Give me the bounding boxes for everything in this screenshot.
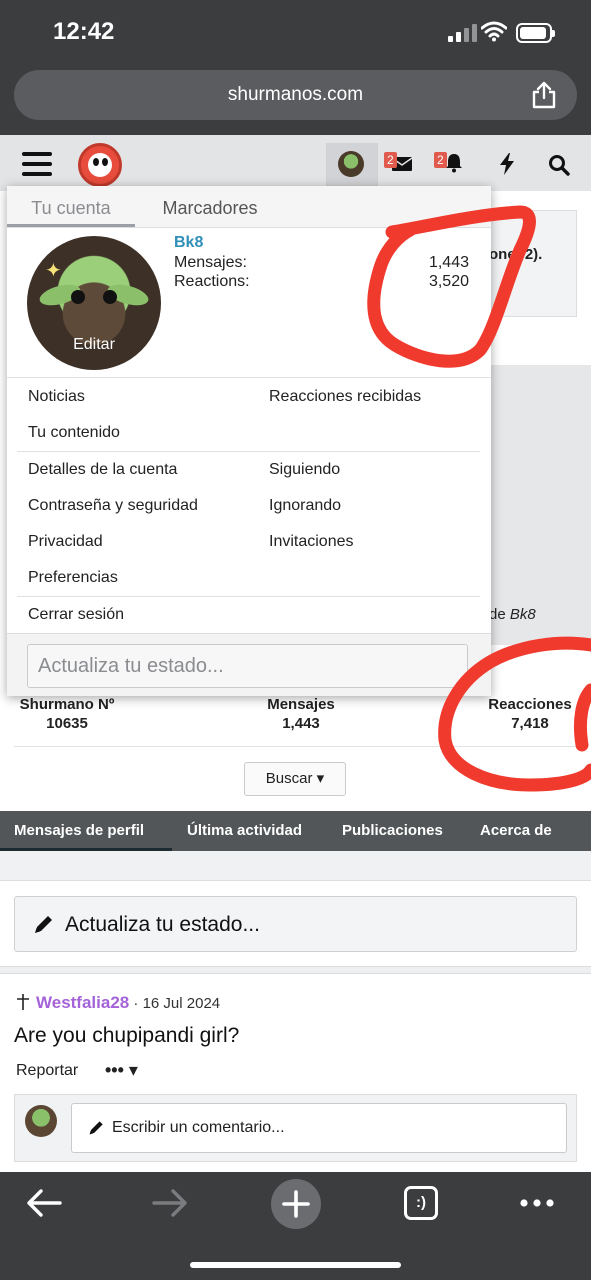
account-dropdown: Tu cuenta Marcadores ✦ Editar Bk8 Mensaj… [7, 186, 491, 696]
cross-icon [17, 994, 29, 1010]
buscar-button[interactable]: Buscar ▾ [244, 762, 346, 796]
hamburger-icon[interactable] [22, 152, 52, 178]
signal-icon [448, 24, 477, 42]
messages-badge: 2 [384, 152, 397, 168]
status-time: 12:42 [53, 18, 115, 45]
section-divider [0, 966, 591, 974]
more-menu-button[interactable]: ••• ▾ [105, 1060, 138, 1081]
stat-value-reactions: 3,520 [428, 273, 469, 290]
username-link[interactable]: Bk8 [174, 234, 203, 252]
more-icon[interactable] [520, 1199, 554, 1207]
post-date: · 16 Jul 2024 [133, 995, 221, 1012]
comment-area: Escribir un comentario... [14, 1094, 577, 1162]
home-indicator [190, 1262, 401, 1268]
link-invitaciones[interactable]: Invitaciones [269, 533, 354, 551]
alerts-badge: 2 [434, 152, 447, 168]
comment-placeholder: Escribir un comentario... [112, 1119, 285, 1136]
forward-icon[interactable] [152, 1188, 188, 1218]
link-reacciones-recibidas[interactable]: Reacciones recibidas [269, 388, 421, 406]
background-panel-text: one -2). [489, 246, 543, 263]
back-icon[interactable] [26, 1188, 62, 1218]
link-cerrar-sesion[interactable]: Cerrar sesión [28, 606, 124, 624]
search-icon[interactable] [548, 154, 570, 176]
avatar [338, 151, 364, 177]
comment-input[interactable]: Escribir un comentario... [71, 1103, 567, 1153]
post-author-link[interactable]: Westfalia28 [36, 993, 129, 1012]
share-icon[interactable] [531, 81, 557, 109]
stat-label-reactions: Reactions: [174, 273, 250, 290]
tabs-spacer [0, 851, 591, 881]
account-menu-button[interactable] [326, 143, 378, 191]
background-panel [489, 210, 577, 317]
browser-chrome: 12:42 shurmanos.com [0, 0, 591, 135]
divider [17, 451, 480, 452]
tab-ultima-actividad[interactable]: Última actividad [187, 822, 302, 839]
pencil-icon [35, 916, 52, 933]
tab-acerca-de[interactable]: Acerca de [480, 822, 552, 839]
tab-marcadores[interactable]: Marcadores [135, 198, 285, 219]
link-detalles-cuenta[interactable]: Detalles de la cuenta [28, 461, 177, 479]
tab-publicaciones[interactable]: Publicaciones [342, 822, 443, 839]
link-ignorando[interactable]: Ignorando [269, 497, 341, 515]
tabs-icon[interactable]: :) [404, 1186, 438, 1220]
stat-mensajes: Mensajes 1,443 [267, 696, 335, 732]
active-tab-indicator [7, 224, 135, 227]
dropdown-status-area: Actualiza tu estado... [7, 633, 491, 696]
link-noticias[interactable]: Noticias [28, 388, 85, 406]
sparkle-icon: ✦ [45, 260, 62, 282]
link-preferencias[interactable]: Preferencias [28, 569, 118, 587]
dropdown-status-placeholder: Actualiza tu estado... [38, 655, 224, 677]
stat-shurmano: Shurmano Nº 10635 [19, 696, 115, 732]
tab-mensajes-de-perfil[interactable]: Mensajes de perfil [14, 822, 144, 839]
post-text: Are you chupipandi girl? [14, 1024, 240, 1047]
plus-icon[interactable] [271, 1179, 321, 1229]
post-header: Westfalia28 · 16 Jul 2024 [16, 993, 220, 1013]
site-logo[interactable] [78, 143, 122, 187]
avatar [25, 1105, 57, 1137]
dropdown-status-input[interactable]: Actualiza tu estado... [27, 644, 468, 688]
stat-value-mensajes: 1,443 [428, 254, 469, 271]
bolt-icon[interactable] [499, 153, 515, 175]
profile-tabs: Mensajes de perfil Última actividad Publ… [0, 811, 591, 851]
battery-icon [516, 23, 555, 43]
link-siguiendo[interactable]: Siguiendo [269, 461, 340, 479]
background-byline: de Bk8 [489, 606, 536, 623]
tab-tu-cuenta[interactable]: Tu cuenta [7, 198, 135, 219]
bell-icon[interactable] [444, 153, 464, 173]
status-update-placeholder: Actualiza tu estado... [65, 913, 260, 936]
stat-reacciones: Reacciones 7,418 [488, 696, 572, 732]
stat-label-mensajes: Mensajes: [174, 254, 247, 271]
profile-banner [489, 365, 591, 645]
divider [17, 596, 480, 597]
link-contrasena-seguridad[interactable]: Contraseña y seguridad [28, 497, 198, 515]
address-bar[interactable]: shurmanos.com [14, 70, 577, 120]
divider [14, 746, 577, 747]
divider [7, 377, 491, 378]
avatar[interactable]: ✦ Editar [27, 236, 161, 370]
wifi-icon [481, 21, 507, 42]
pencil-icon [89, 1121, 103, 1135]
url-text: shurmanos.com [227, 84, 364, 105]
dropdown-tabs: Tu cuenta Marcadores [7, 186, 491, 228]
link-tu-contenido[interactable]: Tu contenido [28, 424, 120, 442]
report-link[interactable]: Reportar [16, 1062, 78, 1080]
link-privacidad[interactable]: Privacidad [28, 533, 103, 551]
avatar-edit-label[interactable]: Editar [27, 336, 161, 354]
status-update-input[interactable]: Actualiza tu estado... [14, 896, 577, 952]
